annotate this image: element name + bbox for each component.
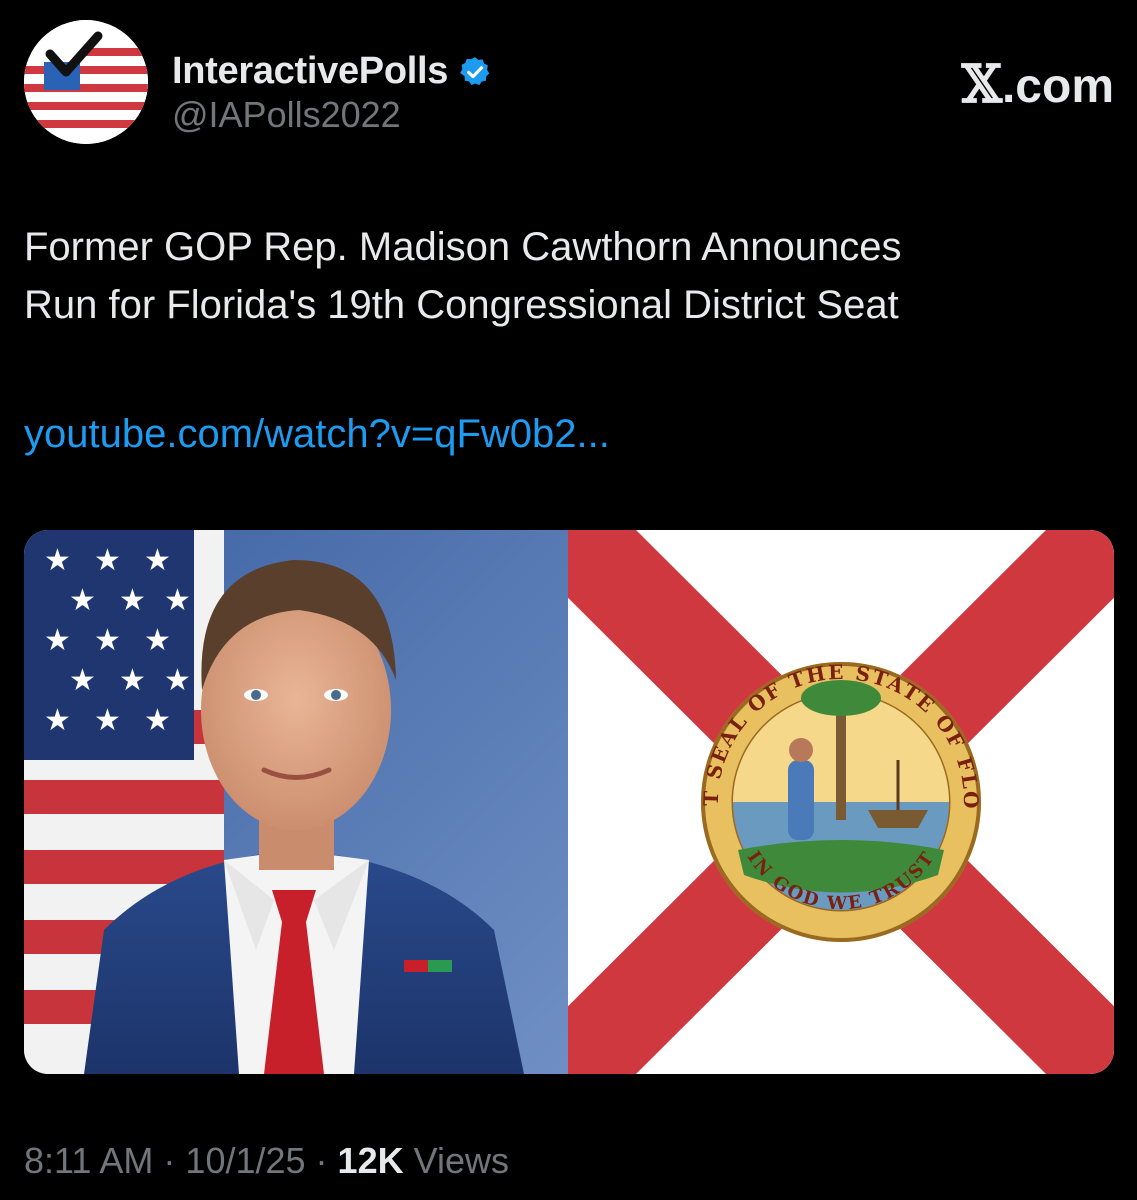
- x-logo-icon: 𝕏: [961, 54, 1002, 115]
- tweet-text-line: Former GOP Rep. Madison Cawthorn Announc…: [24, 225, 902, 269]
- svg-text:★: ★: [164, 663, 191, 698]
- meta-separator: ·: [315, 1140, 328, 1181]
- user-handle[interactable]: @IAPolls2022: [172, 94, 401, 136]
- svg-text:★: ★: [144, 543, 171, 578]
- tweet-meta: 8:11 AM · 10/1/25 · 12K Views: [24, 1140, 509, 1182]
- svg-text:★: ★: [44, 623, 71, 658]
- svg-text:★: ★: [94, 703, 121, 738]
- tweet-header: InteractivePolls @IAPolls2022 𝕏 .com: [24, 20, 1114, 144]
- svg-text:★: ★: [69, 663, 96, 698]
- views-label: Views: [413, 1140, 509, 1181]
- portrait-photo[interactable]: ★ ★ ★ ★ ★ ★ ★ ★ ★ ★ ★ ★ ★ ★ ★: [24, 530, 568, 1074]
- svg-text:★: ★: [94, 543, 121, 578]
- tweet-time[interactable]: 8:11 AM: [24, 1140, 153, 1182]
- check-flag-logo-icon: [24, 20, 148, 144]
- tweet-text-line: Run for Florida's 19th Congressional Dis…: [24, 283, 899, 327]
- svg-text:★: ★: [144, 703, 171, 738]
- svg-text:★: ★: [94, 623, 121, 658]
- verified-badge-icon: [460, 56, 490, 85]
- display-name[interactable]: InteractivePolls: [172, 50, 448, 93]
- source-suffix: .com: [1001, 60, 1114, 113]
- tweet-link[interactable]: youtube.com/watch?v=qFw0b2...: [24, 412, 610, 457]
- svg-text:★: ★: [144, 623, 171, 658]
- avatar[interactable]: [24, 20, 148, 144]
- portrait-photo-graphic: ★ ★ ★ ★ ★ ★ ★ ★ ★ ★ ★ ★ ★ ★ ★: [24, 530, 568, 1074]
- svg-text:★: ★: [119, 663, 146, 698]
- florida-flag[interactable]: GREAT SEAL OF THE STATE OF FLORIDA IN GO…: [568, 530, 1114, 1074]
- views[interactable]: 12K Views: [338, 1140, 509, 1182]
- svg-text:★: ★: [44, 543, 71, 578]
- name-row: InteractivePolls: [172, 50, 492, 93]
- florida-flag-graphic: GREAT SEAL OF THE STATE OF FLORIDA IN GO…: [568, 530, 1114, 1074]
- svg-text:★: ★: [69, 583, 96, 618]
- tweet-media[interactable]: ★ ★ ★ ★ ★ ★ ★ ★ ★ ★ ★ ★ ★ ★ ★ T SEAL OF …: [24, 530, 1114, 1074]
- svg-text:★: ★: [44, 703, 71, 738]
- svg-text:★: ★: [119, 583, 146, 618]
- tweet-text: Former GOP Rep. Madison Cawthorn Announc…: [24, 218, 1114, 334]
- svg-text:★: ★: [164, 583, 191, 618]
- source-label: 𝕏 .com: [962, 54, 1114, 115]
- meta-separator: ·: [163, 1140, 176, 1181]
- views-count: 12K: [337, 1140, 404, 1181]
- tweet-date[interactable]: 10/1/25: [185, 1140, 305, 1182]
